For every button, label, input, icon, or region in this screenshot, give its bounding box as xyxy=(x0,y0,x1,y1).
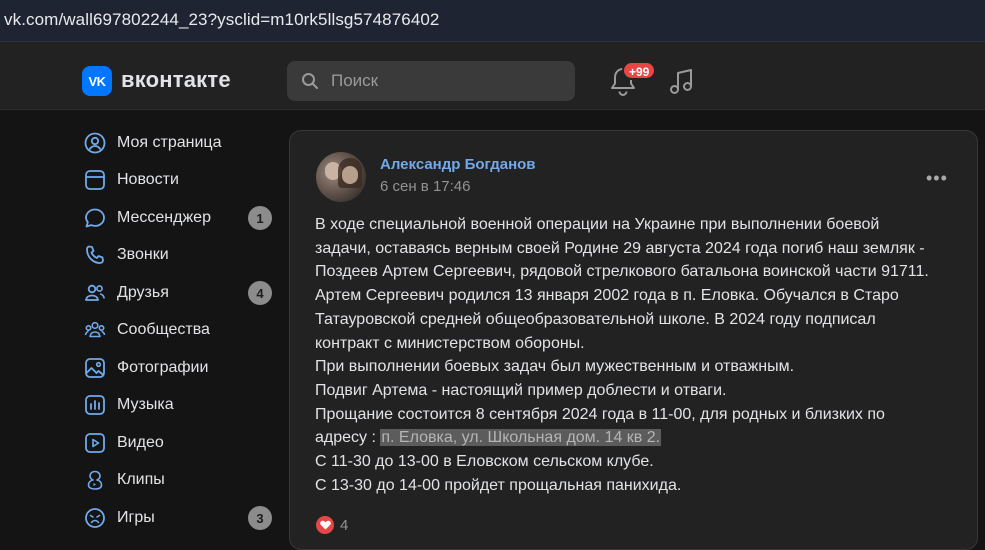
sidebar-item-photos[interactable]: Фотографии xyxy=(80,349,280,387)
music-icon xyxy=(80,393,110,417)
wall-post: Александр Богданов 6 сен в 17:46 ••• В х… xyxy=(289,130,978,550)
news-icon xyxy=(80,168,110,192)
friend-requests-badge: 4 xyxy=(248,281,272,305)
sidebar-item-clips[interactable]: Клипы xyxy=(80,462,280,500)
sidebar-item-news[interactable]: Новости xyxy=(80,162,280,200)
sidebar-item-label: Друзья xyxy=(117,283,169,301)
like-button[interactable]: 4 xyxy=(316,516,348,534)
sidebar-item-label: Новости xyxy=(117,171,179,189)
address-prefix: адресу : xyxy=(315,429,381,447)
video-icon xyxy=(80,431,110,455)
sidebar-item-games[interactable]: Игры 3 xyxy=(80,499,280,537)
post-text: В ходе специальной военной операции на У… xyxy=(315,213,965,497)
search-input[interactable] xyxy=(331,61,561,101)
sidebar-item-label: Клипы xyxy=(117,471,165,489)
sidebar-item-my-page[interactable]: Моя страница xyxy=(80,124,280,162)
sidebar-item-label: Фотографии xyxy=(117,358,209,376)
sidebar-item-video[interactable]: Видео xyxy=(80,424,280,462)
highlighted-address: п. Еловка, ул. Школьная дом. 14 кв 2. xyxy=(380,429,662,447)
post-text-line: С 11-30 до 13-00 в Еловском сельском клу… xyxy=(315,453,654,471)
sidebar-item-calls[interactable]: Звонки xyxy=(80,237,280,275)
sidebar-item-label: Музыка xyxy=(117,396,174,414)
post-address-line: адресу : п. Еловка, ул. Школьная дом. 14… xyxy=(315,426,965,450)
sidebar-item-label: Мессенджер xyxy=(117,208,211,226)
unread-count-badge: 1 xyxy=(248,206,272,230)
sidebar-item-music[interactable]: Музыка xyxy=(80,387,280,425)
post-author-name[interactable]: Александр Богданов xyxy=(380,156,536,173)
sidebar-item-messenger[interactable]: Мессенджер 1 xyxy=(80,199,280,237)
sidebar-item-label: Видео xyxy=(117,433,164,451)
sidebar-item-communities[interactable]: Сообщества xyxy=(80,312,280,350)
browser-address-bar[interactable]: vk.com/wall697802244_23?ysclid=m10rk5lls… xyxy=(0,0,985,42)
communities-icon xyxy=(80,318,110,342)
post-text-line: Поздеев Артем Сергеевич, рядовой стрелко… xyxy=(315,263,929,281)
sidebar-item-label: Звонки xyxy=(117,246,169,264)
sidebar-item-label: Моя страница xyxy=(117,133,222,151)
vk-logo-icon[interactable]: VK xyxy=(82,66,112,96)
heart-icon xyxy=(316,516,334,534)
search-box[interactable] xyxy=(287,61,575,101)
games-icon xyxy=(80,506,110,530)
message-icon xyxy=(80,206,110,230)
likes-count: 4 xyxy=(340,516,349,534)
post-text-line: В ходе специальной военной операции на У… xyxy=(315,216,880,233)
music-player-icon[interactable] xyxy=(669,68,695,96)
sidebar-item-label: Игры xyxy=(117,508,155,526)
post-text-line: При выполнении боевых задач был мужестве… xyxy=(315,358,795,376)
sidebar-item-label: Сообщества xyxy=(117,321,210,339)
games-badge: 3 xyxy=(248,506,272,530)
photo-icon xyxy=(80,356,110,380)
post-text-line: контракт с министерством обороны. xyxy=(315,334,585,352)
user-circle-icon xyxy=(80,131,110,155)
vk-header: VK вконтакте +99 xyxy=(0,42,985,110)
more-options-icon[interactable]: ••• xyxy=(926,169,948,187)
browser-url[interactable]: vk.com/wall697802244_23?ysclid=m10rk5lls… xyxy=(4,10,439,30)
notifications-badge: +99 xyxy=(622,61,657,80)
phone-icon xyxy=(80,243,110,267)
sidebar-item-friends[interactable]: Друзья 4 xyxy=(80,274,280,312)
author-avatar[interactable] xyxy=(316,152,366,202)
post-text-line: Подвиг Артема - настоящий пример доблест… xyxy=(315,381,727,399)
post-text-line: задачи, оставаясь верным своей Родине 29… xyxy=(315,239,925,257)
post-date[interactable]: 6 сен в 17:46 xyxy=(380,178,470,195)
vk-logo-text[interactable]: вконтакте xyxy=(121,67,231,93)
post-text-line: Татауровской средней общеобразовательной… xyxy=(315,310,876,328)
friends-icon xyxy=(80,281,110,305)
left-sidebar: Моя страница Новости Мессенджер 1 Звонки… xyxy=(80,124,280,537)
search-icon xyxy=(302,73,318,89)
post-text-line: Прощание состоится 8 сентября 2024 года … xyxy=(315,405,885,423)
post-text-line: Артем Сергеевич родился 13 января 2002 г… xyxy=(315,287,899,305)
clips-icon xyxy=(80,468,110,492)
post-text-line: С 13-30 до 14-00 пройдет прощальная пани… xyxy=(315,476,682,494)
